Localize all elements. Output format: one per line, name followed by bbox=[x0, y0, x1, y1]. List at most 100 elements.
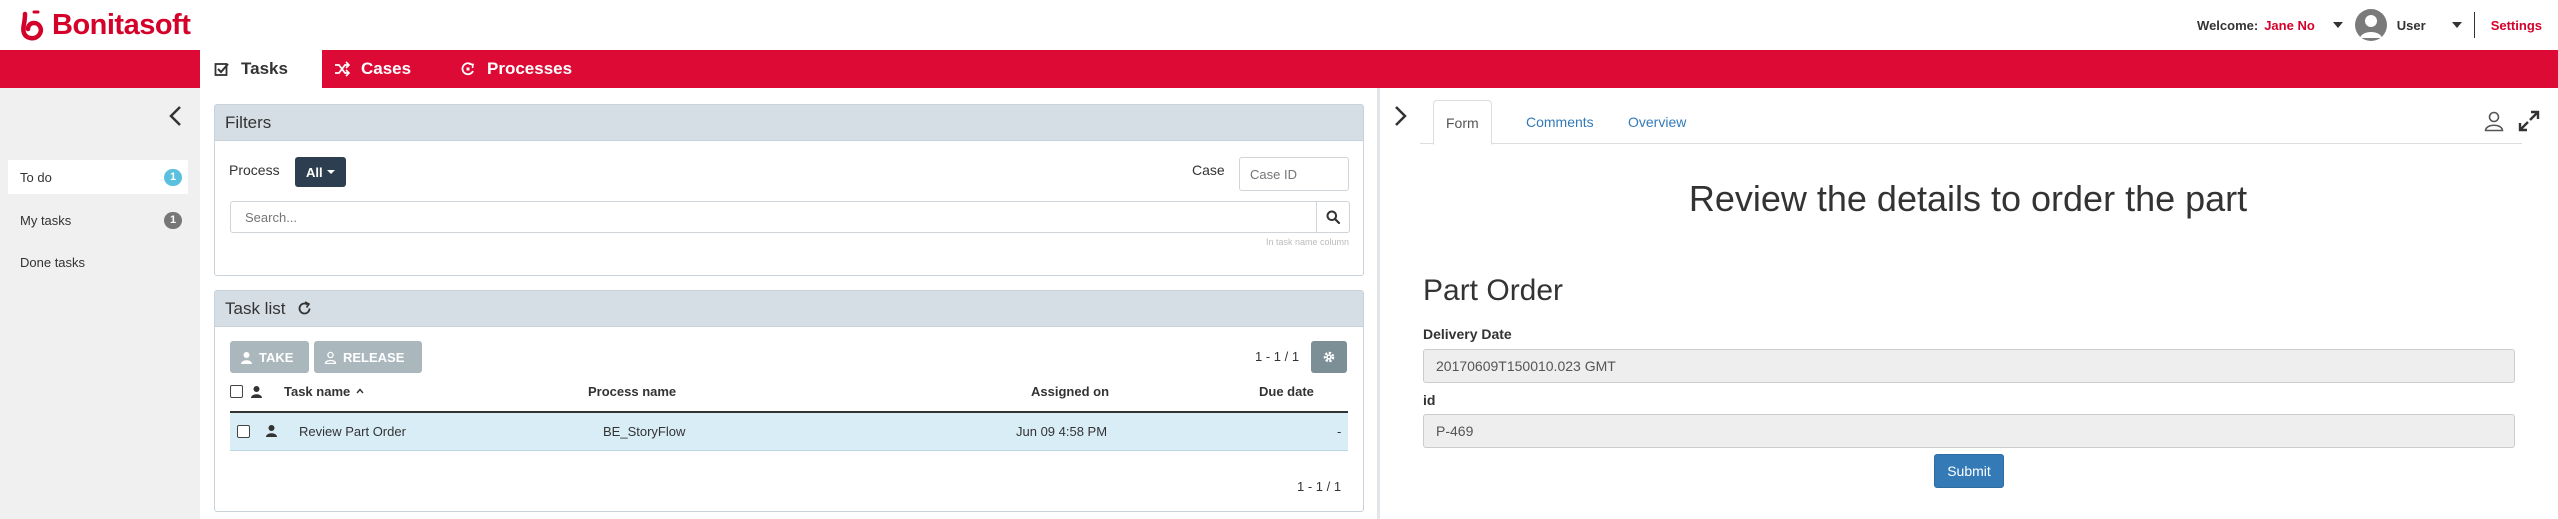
detail-tabs: Form Comments Overview bbox=[1420, 100, 2522, 145]
search-icon bbox=[1326, 210, 1340, 224]
task-list-header: Task list bbox=[215, 291, 1363, 327]
process-name-cell: BE_StoryFlow bbox=[603, 424, 686, 439]
assigned-on-cell: Jun 09 4:58 PM bbox=[1016, 424, 1108, 439]
column-header-task-name[interactable]: Task name bbox=[284, 382, 364, 400]
tab-form[interactable]: Form bbox=[1433, 100, 1492, 145]
main-nav: Tasks Cases Processes bbox=[0, 50, 2558, 88]
column-header-label: Due date bbox=[1259, 383, 1314, 399]
tab-comments-label: Comments bbox=[1526, 114, 1594, 130]
search-hint: In task name column bbox=[1265, 237, 1349, 247]
row-checkbox[interactable] bbox=[237, 425, 250, 438]
sidebar-item-label: Done tasks bbox=[20, 254, 86, 270]
caret-down-icon bbox=[326, 170, 335, 174]
bonitasoft-logo[interactable]: Bonitasoft bbox=[16, 8, 191, 42]
panel-divider[interactable] bbox=[1377, 88, 1380, 519]
brand-name: Bonitasoft bbox=[52, 8, 191, 41]
header-divider bbox=[2473, 12, 2475, 38]
release-button-label: RELEASE bbox=[343, 349, 405, 365]
id-label: id bbox=[1423, 392, 1436, 408]
id-value: P-469 bbox=[1436, 423, 1474, 439]
column-header-label: Task name bbox=[284, 383, 351, 399]
task-list-title: Task list bbox=[225, 298, 286, 318]
sidebar-item-my-tasks[interactable]: My tasks 1 bbox=[8, 203, 188, 237]
my-tasks-count-badge: 1 bbox=[164, 212, 182, 229]
task-name-cell[interactable]: Review Part Order bbox=[299, 424, 406, 439]
tab-comments[interactable]: Comments bbox=[1514, 100, 1606, 144]
process-label: Process bbox=[229, 162, 280, 178]
cycle-icon bbox=[461, 62, 474, 76]
nav-tab-tasks-label: Tasks bbox=[241, 59, 288, 78]
form-title: Review the details to order the part bbox=[1688, 178, 2248, 219]
shuffle-icon bbox=[335, 61, 350, 77]
user-icon bbox=[241, 351, 252, 364]
process-filter-dropdown[interactable]: All bbox=[295, 157, 346, 187]
filters-panel: Filters Process All Case In task name co… bbox=[214, 104, 1364, 276]
nav-tab-tasks[interactable]: Tasks bbox=[200, 50, 322, 88]
chevron-right-icon[interactable] bbox=[1390, 103, 1410, 129]
chevron-left-icon[interactable] bbox=[166, 104, 186, 128]
assignee-column-icon bbox=[250, 382, 263, 400]
settings-link[interactable]: Settings bbox=[2491, 18, 2542, 33]
user-icon bbox=[266, 425, 277, 437]
due-date-cell: - bbox=[1337, 424, 1342, 439]
submit-button-label: Submit bbox=[1947, 463, 1991, 479]
delivery-date-field: 20170609T150010.023 GMT bbox=[1423, 349, 2515, 383]
user-assign-icon[interactable] bbox=[2483, 110, 2505, 132]
column-header-assigned-on[interactable]: Assigned on bbox=[1031, 382, 1109, 400]
pager-count-bottom: 1 - 1 / 1 bbox=[1297, 479, 1342, 494]
take-button-label: TAKE bbox=[259, 349, 294, 365]
user-icon bbox=[251, 385, 262, 398]
top-header: Bonitasoft Welcome: Jane No User Setting… bbox=[0, 0, 2558, 50]
nav-tab-processes-label: Processes bbox=[487, 59, 573, 78]
checkbox-edit-icon bbox=[214, 63, 229, 76]
filters-title: Filters bbox=[225, 112, 272, 132]
welcome-label: Welcome: bbox=[2197, 17, 2259, 33]
nav-tab-processes[interactable]: Processes bbox=[460, 50, 610, 88]
section-title: Part Order bbox=[1423, 274, 1564, 307]
user-menu-caret-icon[interactable] bbox=[2332, 22, 2343, 28]
role-menu-caret-icon[interactable] bbox=[2451, 22, 2462, 28]
sidebar-item-done-tasks[interactable]: Done tasks bbox=[8, 245, 188, 279]
select-all-checkbox[interactable] bbox=[230, 382, 243, 400]
take-button[interactable]: TAKE bbox=[230, 341, 309, 373]
user-outline-icon bbox=[324, 351, 337, 364]
bonita-logo-icon bbox=[21, 10, 44, 41]
sidebar-item-todo[interactable]: To do 1 bbox=[8, 160, 188, 194]
avatar[interactable] bbox=[2354, 9, 2387, 41]
tab-overview[interactable]: Overview bbox=[1616, 100, 1698, 144]
case-id-input[interactable] bbox=[1239, 157, 1349, 191]
user-name[interactable]: Jane No bbox=[2264, 18, 2315, 33]
case-label: Case bbox=[1192, 162, 1225, 178]
column-header-label: Process name bbox=[588, 383, 677, 399]
process-filter-value: All bbox=[306, 164, 323, 180]
role-selector[interactable]: User bbox=[2397, 18, 2426, 33]
task-filter-sidebar: To do 1 My tasks 1 Done tasks bbox=[0, 88, 200, 519]
delivery-date-value: 20170609T150010.023 GMT bbox=[1436, 358, 1616, 374]
delivery-date-label: Delivery Date bbox=[1423, 326, 1512, 342]
tab-form-label: Form bbox=[1446, 114, 1479, 131]
nav-tab-cases[interactable]: Cases bbox=[334, 50, 454, 88]
expand-icon[interactable] bbox=[2518, 110, 2540, 132]
filters-header: Filters bbox=[215, 105, 1363, 141]
column-settings-button[interactable] bbox=[1311, 341, 1347, 373]
row-assignee-icon bbox=[265, 424, 278, 437]
column-header-process-name[interactable]: Process name bbox=[588, 382, 676, 400]
task-list-panel: Task list TAKE RELEASE 1 - 1 / 1 Task na… bbox=[214, 290, 1364, 512]
column-header-label: Assigned on bbox=[1031, 383, 1110, 399]
submit-button[interactable]: Submit bbox=[1934, 454, 2004, 488]
task-search-input[interactable] bbox=[230, 201, 1317, 233]
user-area: Welcome: Jane No User Settings bbox=[2197, 0, 2558, 50]
refresh-icon[interactable] bbox=[297, 301, 312, 316]
user-avatar-icon bbox=[2359, 15, 2382, 38]
todo-count-badge: 1 bbox=[164, 169, 182, 186]
pager-count-top: 1 - 1 / 1 bbox=[1255, 349, 1300, 364]
release-button[interactable]: RELEASE bbox=[314, 341, 422, 373]
sidebar-item-label: My tasks bbox=[20, 212, 72, 228]
id-field: P-469 bbox=[1423, 414, 2515, 448]
sidebar-item-label: To do bbox=[20, 169, 52, 185]
column-header-due-date[interactable]: Due date bbox=[1259, 382, 1314, 400]
search-button[interactable] bbox=[1316, 201, 1350, 233]
tab-overview-label: Overview bbox=[1628, 114, 1687, 130]
gear-icon bbox=[1323, 351, 1335, 363]
table-row[interactable]: Review Part Order BE_StoryFlow Jun 09 4:… bbox=[230, 413, 1348, 451]
